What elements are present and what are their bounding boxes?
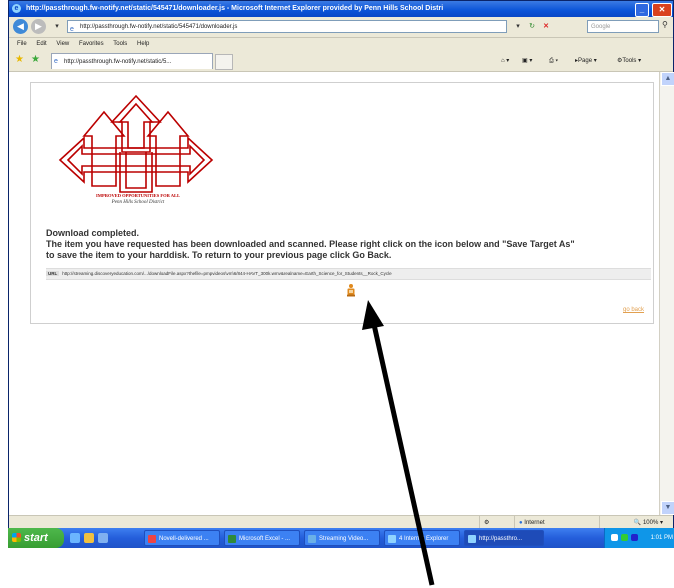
home-icon[interactable]: ⌂ ▾ [501,54,509,68]
system-tray: 1:01 PM [604,528,674,548]
menu-view[interactable]: View [56,41,69,47]
download-instructions-line1: The item you have requested has been dow… [46,239,575,249]
menu-tools[interactable]: Tools [113,41,127,47]
tray-status-icon[interactable] [621,534,628,541]
download-instructions-line2: to save the item to your harddisk. To re… [46,250,392,260]
title-bar: e http://passthrough.fw-notify.net/stati… [9,1,673,17]
start-label: start [24,532,48,544]
favorites-star-icon[interactable]: ★ [15,54,24,66]
zoom-level: 100% [642,520,659,526]
url-label: URL [46,271,60,276]
zoom-icon: 🔍 [633,520,642,526]
window-title: http://passthrough.fw-notify.net/static/… [25,5,444,12]
address-dropdown[interactable]: ▾ [513,20,523,33]
go-back-link[interactable]: go back [623,307,644,313]
tools-menu-button[interactable]: ⚙Tools ▾ [617,54,641,68]
task-internet-explorer-group[interactable]: 4 Internet Explorer [384,530,460,546]
close-button[interactable]: ✕ [652,3,672,17]
tray-network-icon[interactable] [611,534,618,541]
task-streaming-video[interactable]: Streaming Video... [304,530,380,546]
refresh-icon[interactable]: ↻ [526,20,538,33]
globe-icon: ● [519,520,523,526]
feeds-icon[interactable]: ▣ ▾ [522,54,532,68]
page-menu-button[interactable]: ▸Page ▾ [575,54,597,68]
show-desktop-icon[interactable] [70,533,80,543]
url-value: http://streaming.discoveryeducation.com/… [62,271,392,276]
logo-district: Penn Hills School District [111,200,165,205]
excel-icon [228,535,236,543]
add-favorites-icon[interactable]: ★ [31,54,40,66]
address-url: http://passthrough.fw-notify.net/static/… [80,24,238,30]
tab-current[interactable]: e http://passthrough.fw-notify.net/stati… [51,53,213,69]
menu-help[interactable]: Help [137,41,149,47]
task-label: http://passthro... [479,536,523,542]
task-label: Microsoft Excel - ... [239,536,291,542]
task-label: Streaming Video... [319,536,369,542]
logo-motto: IMPROVED OPPORTUNITIES FOR ALL [96,193,180,198]
page-menu-label: Page [578,58,593,64]
search-input[interactable]: Google [587,20,659,33]
start-button[interactable]: start [8,528,64,548]
clock: 1:01 PM [650,535,673,541]
menu-edit[interactable]: Edit [36,41,46,47]
print-icon[interactable]: ⎙ ▾ [549,54,558,68]
scroll-down-arrow[interactable]: ▼ [661,501,674,515]
page-icon: e [54,58,58,65]
address-bar: ◀ ▶ ▾ e http://passthrough.fw-notify.net… [9,17,673,38]
menu-file[interactable]: File [17,41,27,47]
tab-label: http://passthrough.fw-notify.net/static/… [64,59,172,65]
download-panel: IMPROVED OPPORTUNITIES FOR ALL Penn Hill… [30,82,654,324]
folder-icon [308,535,316,543]
download-url: URL http://streaming.discoveryeducation.c… [46,268,651,280]
ie-icon [468,535,476,543]
download-status-heading: Download completed. [46,228,140,238]
novell-icon [148,535,156,543]
back-button[interactable]: ◀ [13,19,28,34]
ie-icon [388,535,396,543]
quicklaunch-folder-icon[interactable] [84,533,94,543]
windows-flag-icon [12,533,21,542]
task-excel[interactable]: Microsoft Excel - ... [224,530,300,546]
search-icon[interactable]: ⚲ [662,20,668,29]
task-label: 4 Internet Explorer [399,536,449,542]
tools-menu-label: Tools [622,58,637,64]
taskbar: start Novell-delivered ... Microsoft Exc… [8,528,674,548]
task-novell[interactable]: Novell-delivered ... [144,530,220,546]
stop-icon[interactable]: ✕ [540,20,552,33]
vertical-scrollbar[interactable]: ▲ ▼ [659,72,674,515]
download-file-icon[interactable] [345,283,357,297]
page-icon: e [70,26,74,33]
address-input[interactable]: e http://passthrough.fw-notify.net/stati… [67,20,507,33]
menu-bar: File Edit View Favorites Tools Help [9,38,673,51]
favorites-bar: ★ ★ e http://passthrough.fw-notify.net/s… [9,51,673,72]
task-passthrough[interactable]: http://passthro... [464,530,544,546]
new-tab-button[interactable] [215,54,233,70]
menu-favorites[interactable]: Favorites [79,41,104,47]
quicklaunch-ie-icon[interactable] [98,533,108,543]
browser-window: e http://passthrough.fw-notify.net/stati… [8,0,674,548]
minimize-button[interactable]: _ [635,3,649,17]
scroll-up-arrow[interactable]: ▲ [661,72,674,86]
task-label: Novell-delivered ... [159,536,209,542]
school-logo [58,94,214,193]
forward-button[interactable]: ▶ [31,19,46,34]
tray-app-icon[interactable] [631,534,638,541]
ie-logo-icon: e [12,3,21,13]
zone-label: Internet [524,520,545,526]
recent-pages-dropdown[interactable]: ▾ [51,20,63,33]
page-viewport: IMPROVED OPPORTUNITIES FOR ALL Penn Hill… [9,72,659,515]
